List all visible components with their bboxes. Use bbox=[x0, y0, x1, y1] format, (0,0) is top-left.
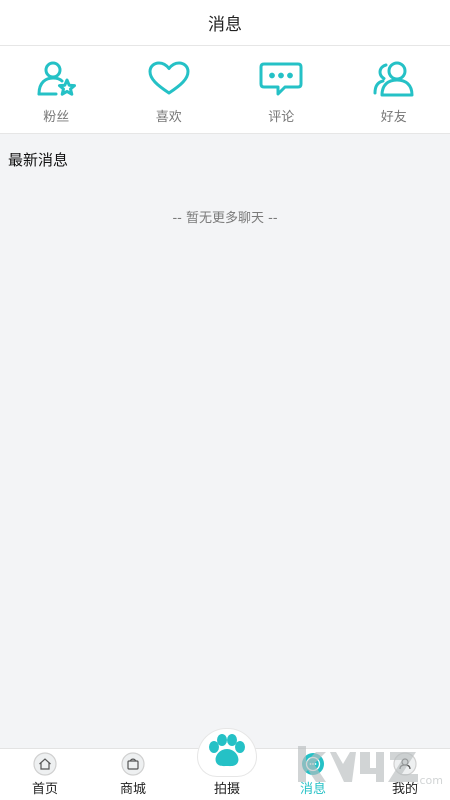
top-bar: 消息 bbox=[0, 0, 450, 46]
friends-icon bbox=[371, 60, 417, 98]
quick-action-fans-label: 粉丝 bbox=[43, 110, 70, 125]
shop-icon bbox=[121, 752, 145, 776]
nav-home-label: 首页 bbox=[31, 782, 58, 797]
profile-icon bbox=[393, 752, 417, 776]
nav-shop[interactable]: 商城 bbox=[88, 752, 178, 800]
nav-profile-label: 我的 bbox=[391, 782, 418, 797]
nav-messages-label: 消息 bbox=[299, 782, 326, 797]
empty-chat-text: -- 暂无更多聊天 -- bbox=[172, 211, 278, 226]
page-title: 消息 bbox=[208, 15, 242, 35]
nav-profile[interactable]: 我的 bbox=[360, 752, 450, 800]
heart-icon bbox=[146, 60, 192, 98]
message-screen: 消息 粉丝 喜欢 评论 好友 最新消息 -- 暂无更多聊天 -- 首页 商城 拍… bbox=[0, 0, 450, 800]
nav-shoot[interactable]: 拍摄 bbox=[195, 729, 259, 797]
quick-action-comments-label: 评论 bbox=[268, 110, 295, 125]
quick-action-friends[interactable]: 好友 bbox=[338, 46, 450, 133]
fans-icon bbox=[33, 60, 79, 98]
bottom-navigation: 首页 商城 拍摄 消息 我的 bbox=[0, 729, 450, 800]
nav-shoot-label: 拍摄 bbox=[213, 782, 240, 797]
quick-action-likes-label: 喜欢 bbox=[155, 110, 182, 125]
nav-home[interactable]: 首页 bbox=[0, 752, 90, 800]
comment-icon bbox=[258, 60, 304, 98]
nav-shop-label: 商城 bbox=[119, 782, 146, 797]
paw-icon bbox=[198, 729, 256, 776]
home-icon bbox=[33, 752, 57, 776]
quick-action-fans[interactable]: 粉丝 bbox=[0, 46, 113, 133]
latest-messages-title: 最新消息 bbox=[8, 151, 69, 169]
quick-action-comments[interactable]: 评论 bbox=[225, 46, 338, 133]
message-icon bbox=[301, 752, 325, 776]
quick-actions: 粉丝 喜欢 评论 好友 bbox=[0, 46, 450, 134]
quick-action-friends-label: 好友 bbox=[380, 110, 407, 125]
nav-messages[interactable]: 消息 bbox=[268, 752, 358, 800]
quick-action-likes[interactable]: 喜欢 bbox=[113, 46, 226, 133]
